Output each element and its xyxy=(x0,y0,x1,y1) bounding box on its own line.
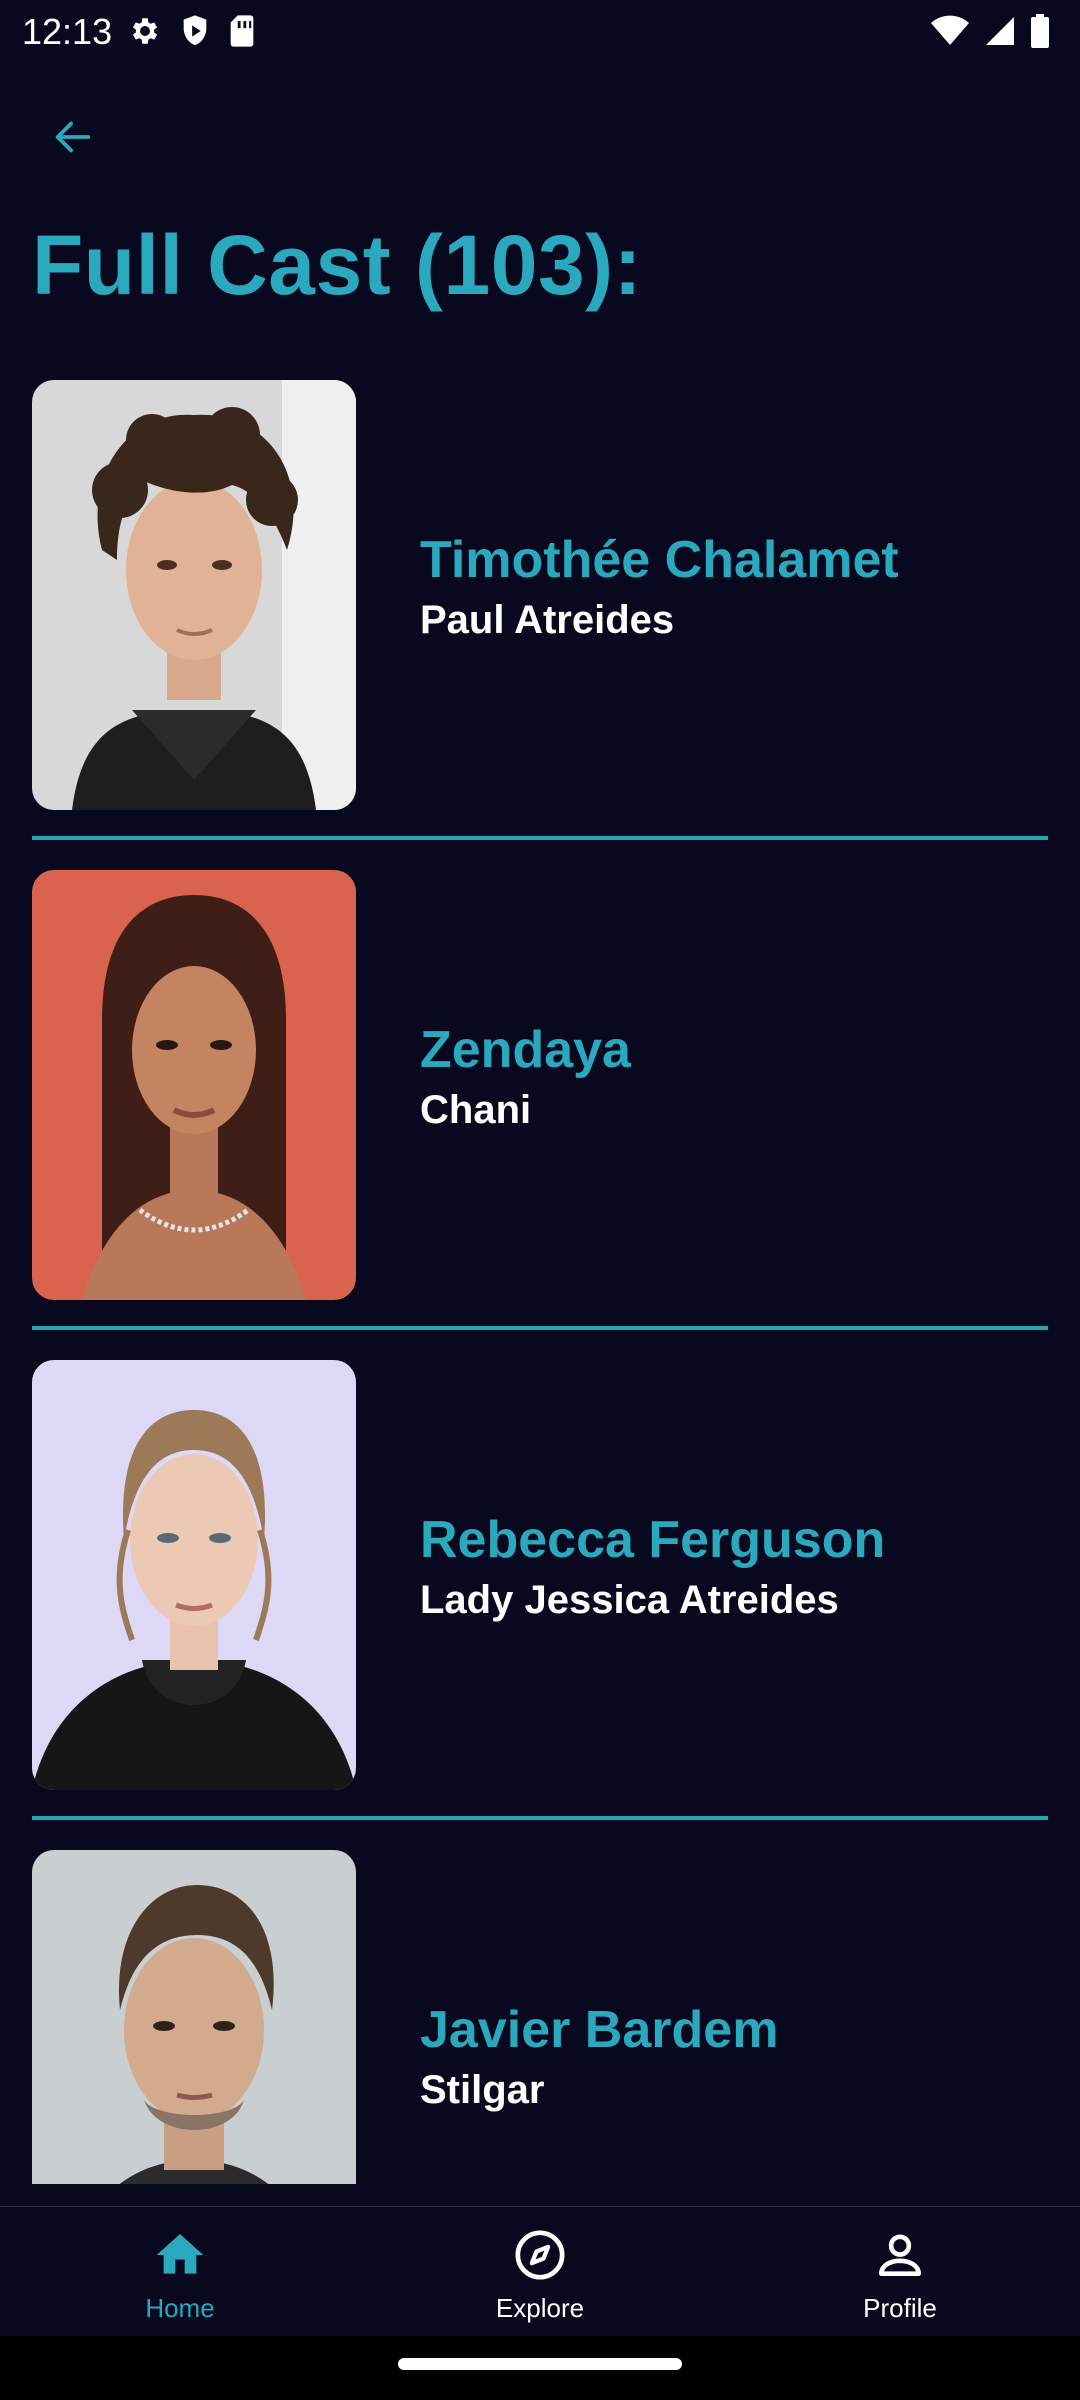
nav-explore-label: Explore xyxy=(495,2293,585,2323)
battery-icon xyxy=(1030,14,1050,48)
status-time: 12:13 xyxy=(22,11,113,52)
cast-text: Javier Bardem Stilgar xyxy=(420,1998,778,2118)
signal-icon xyxy=(984,15,1016,47)
divider xyxy=(32,836,1048,840)
divider xyxy=(32,1816,1048,1820)
cast-role: Stilgar xyxy=(420,2068,545,2112)
status-bar: 12:13 xyxy=(0,0,1080,64)
page-title: Full Cast (103): xyxy=(32,218,643,312)
nav-explore[interactable]: Explore xyxy=(440,2227,640,2337)
person-icon xyxy=(800,2227,1000,2283)
cast-item[interactable]: Timothée Chalamet Paul Atreides xyxy=(32,378,1048,840)
cast-item[interactable]: Javier Bardem Stilgar xyxy=(32,1848,1048,2184)
cast-item[interactable]: Rebecca Ferguson Lady Jessica Atreides xyxy=(32,1358,1048,1820)
gesture-bar xyxy=(0,2336,1080,2400)
nav-profile[interactable]: Profile xyxy=(800,2227,1000,2337)
nav-home-label: Home xyxy=(145,2293,215,2323)
cast-photo xyxy=(32,380,356,810)
cast-photo xyxy=(32,1360,356,1790)
cast-text: Zendaya Chani xyxy=(420,1018,631,1138)
status-right-icons xyxy=(930,14,1050,48)
back-button[interactable] xyxy=(30,96,116,182)
cast-list[interactable]: Timothée Chalamet Paul Atreides Zendaya … xyxy=(32,378,1048,2184)
cast-name: Javier Bardem xyxy=(420,2001,779,2059)
status-left-icons xyxy=(128,14,256,48)
cast-role: Paul Atreides xyxy=(420,598,675,642)
shield-icon xyxy=(180,14,210,48)
bottom-nav: Home Explore Profile xyxy=(0,2206,1080,2337)
cast-text: Rebecca Ferguson Lady Jessica Atreides xyxy=(420,1508,885,1628)
cast-role: Lady Jessica Atreides xyxy=(420,1578,839,1622)
wifi-icon xyxy=(930,15,970,47)
cast-name: Timothée Chalamet xyxy=(420,531,899,589)
home-icon xyxy=(80,2227,280,2283)
home-gesture-pill[interactable] xyxy=(398,2358,682,2370)
cast-text: Timothée Chalamet Paul Atreides xyxy=(420,528,899,648)
arrow-left-icon xyxy=(50,114,96,165)
cast-role: Chani xyxy=(420,1088,532,1132)
settings-icon xyxy=(128,14,162,48)
cast-item[interactable]: Zendaya Chani xyxy=(32,868,1048,1330)
cast-photo xyxy=(32,870,356,1300)
compass-icon xyxy=(440,2227,640,2283)
nav-home[interactable]: Home xyxy=(80,2227,280,2337)
sim-card-icon xyxy=(228,14,256,48)
nav-profile-label: Profile xyxy=(863,2293,937,2323)
cast-photo xyxy=(32,1850,356,2184)
divider xyxy=(32,1326,1048,1330)
cast-name: Zendaya xyxy=(420,1021,631,1079)
cast-name: Rebecca Ferguson xyxy=(420,1511,886,1569)
